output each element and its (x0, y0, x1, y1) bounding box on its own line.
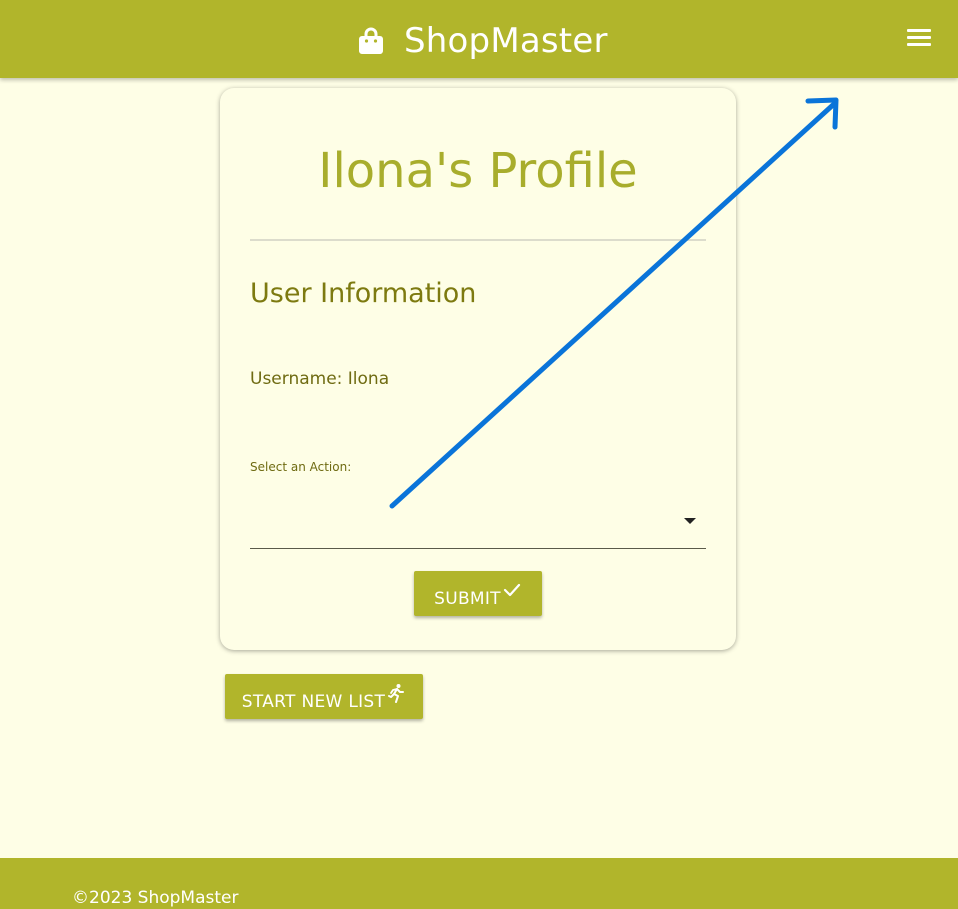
shopping-bag-icon (358, 26, 384, 56)
start-new-list-label: START NEW LIST (241, 691, 386, 712)
caret-down-icon (684, 518, 696, 524)
submit-label: SUBMIT (434, 588, 501, 609)
app-footer: ©2023 ShopMaster (0, 858, 958, 909)
section-title: User Information (250, 278, 477, 309)
running-person-icon (386, 683, 406, 703)
divider (250, 239, 706, 241)
page-title: Ilona's Profile (318, 143, 638, 199)
submit-button[interactable]: SUBMIT (414, 571, 542, 616)
hamburger-menu-icon (907, 29, 931, 32)
app-header: ShopMaster (0, 0, 958, 78)
action-select[interactable] (250, 496, 706, 549)
annotation-arrow-head (805, 97, 839, 130)
menu-button[interactable] (904, 26, 934, 52)
select-label: Select an Action: (250, 460, 352, 474)
footer-copyright: ©2023 ShopMaster (72, 888, 239, 908)
start-new-list-button[interactable]: START NEW LIST (225, 674, 423, 719)
hamburger-menu-icon-bar (907, 43, 931, 46)
app-title: ShopMaster (404, 21, 608, 61)
hamburger-menu-icon-bar (907, 36, 931, 39)
profile-card: Ilona's Profile User Information Usernam… (220, 88, 736, 650)
username-text: Username: Ilona (250, 369, 390, 389)
checkmark-icon (502, 580, 522, 600)
brand[interactable]: ShopMaster (358, 20, 608, 62)
